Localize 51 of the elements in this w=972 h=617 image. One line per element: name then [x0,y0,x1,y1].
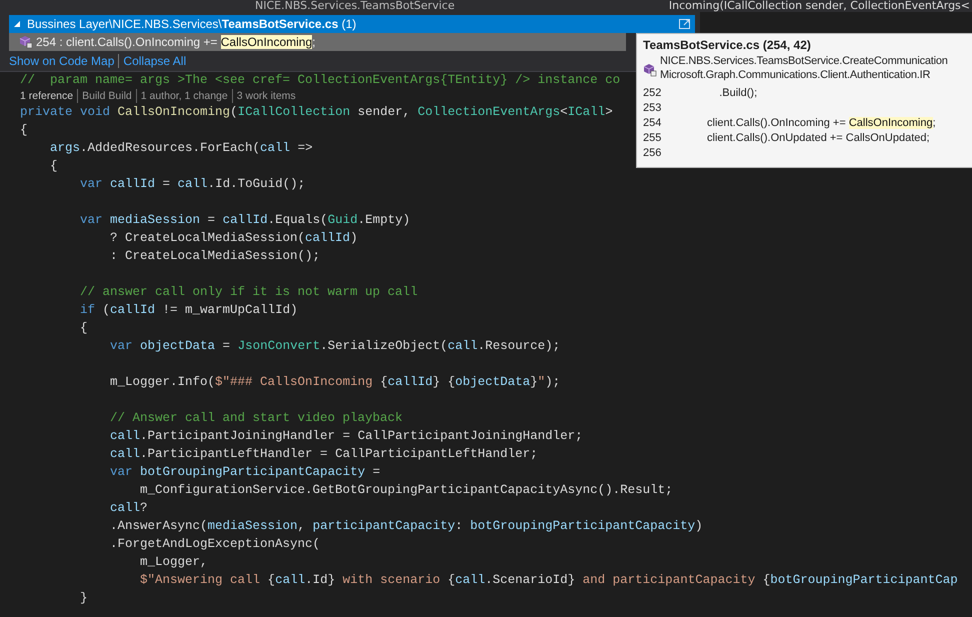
peek-header[interactable]: Bussines Layer\NICE.NBS.Services\TeamsBotService.cs (1) [9,15,695,33]
codelens-link[interactable]: Build Build [77,89,136,103]
code-line: .ForgetAndLogExceptionAsync( [109,536,320,553]
code-line: client.Calls().OnIncoming += CallsOnIncoming; [707,116,936,131]
code-line: var objectData = JsonConvert.SerializeObject(call.Resource); [109,338,560,355]
code-line: var botGroupingParticipantCapacity = [109,464,380,481]
navigation-dropdown[interactable]: Incoming(ICallCollection sender, CollectionEventArgs< [668,0,972,12]
code-line: { [49,158,58,175]
codelens-link[interactable]: 1 reference [20,89,78,103]
peek-link[interactable]: Collapse All [118,54,190,68]
navigation-dropdown[interactable]: NICE.NBS.Services.TeamsBotService [255,0,455,12]
code-line: $"Answering call {call.Id} with scenario {call.ScenarioId} and participantCapacity {botGroupingParticipantCap [139,572,958,589]
codelens-link[interactable]: 1 author, 1 change [136,89,232,103]
code-line: m_ConfigurationService.GetBotGroupingParticipantCapacityAsync().Result; [139,482,673,499]
code-line: call.ParticipantJoiningHandler = CallParticipantJoiningHandler; [109,428,583,445]
tooltip-title: TeamsBotService.cs (254, 42) [643,38,812,54]
code-line: } [79,590,88,607]
code-line: .AnswerAsync(mediaSession, participantCapacity: botGroupingParticipantCapacity) [109,518,703,535]
line-number: 256 [643,146,662,161]
code-line: call? [109,500,148,517]
code-line: m_Logger, [139,554,208,571]
code-line: call.ParticipantLeftHandler = CallParticipantLeftHandler; [109,446,538,463]
peek-link[interactable]: Show on Code Map [5,54,118,68]
expand-icon[interactable] [679,18,691,30]
code-line: client.Calls().OnUpdated += CallsOnUpdated; [707,131,930,146]
reference-result[interactable]: 254 : client.Calls().OnIncoming += CallsOnIncoming; [9,33,626,51]
code-line: // answer call only if it is not warm up call [79,284,418,301]
code-line: private void CallsOnIncoming(ICallCollection sender, CollectionEventArgs<ICall> [20,104,613,121]
signature-line: NICE.NBS.Services.TeamsBotService.CreateCommunication [660,54,948,68]
line-number: 255 [643,131,662,146]
code-line: { [20,122,28,139]
code-line: if (callId != m_warmUpCallId) [79,302,298,319]
cube-icon [643,63,657,77]
code-line: : CreateLocalMediaSession(); [109,248,320,265]
code-line: // Answer call and start video playback [109,410,403,427]
line-number: 253 [643,101,662,116]
code-line: { [79,320,88,337]
code-line: args.AddedResources.ForEach(call => [49,140,313,157]
code-line: var callId = call.Id.ToGuid(); [79,176,306,193]
code-line: .Build(); [718,86,758,101]
cube-icon [19,35,33,49]
codelens-link[interactable]: 3 work items [232,89,300,103]
code-line: var mediaSession = callId.Equals(Guid.Empty) [79,212,410,229]
peek-title: Bussines Layer\NICE.NBS.Services\TeamsBotService.cs (1) [27,17,356,31]
code-line: // param name= args >The <see cref= CollectionEventArgs{TEntity} /> instance co [20,72,620,89]
triangle-icon[interactable] [13,20,21,28]
line-number: 254 [643,116,662,131]
code-line: m_Logger.Info($"### CallsOnIncoming {callId} {objectData}"); [109,374,560,391]
line-number: 252 [643,86,662,101]
signature-line: Microsoft.Graph.Communications.Client.Authentication.IR [660,68,932,82]
code-line: ? CreateLocalMediaSession(callId) [109,230,358,247]
